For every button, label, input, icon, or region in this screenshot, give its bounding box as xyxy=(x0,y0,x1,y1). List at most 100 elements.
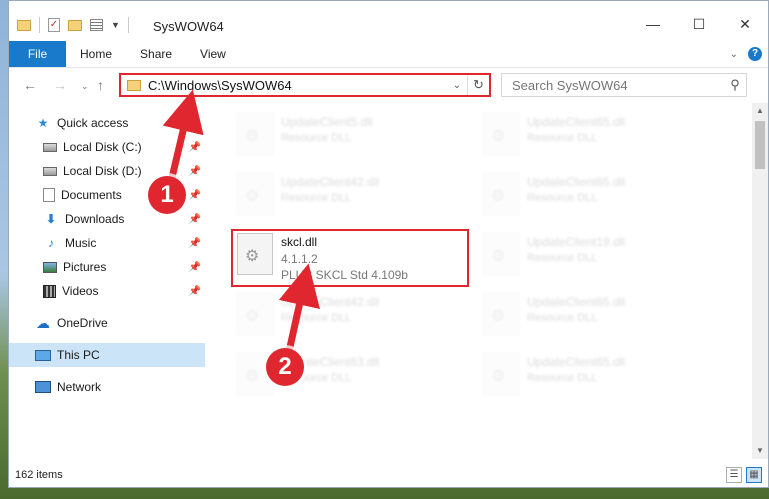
file-item[interactable]: UpdateClient65.dll Resource DLL xyxy=(477,109,711,163)
file-name: UpdateClient42.dll xyxy=(281,175,380,189)
expand-ribbon-chevron-icon[interactable]: ⌄ xyxy=(730,49,738,60)
sidebar-item-label: Music xyxy=(65,236,97,250)
scrollbar-thumb[interactable] xyxy=(755,121,765,169)
file-name: UpdateClient65.dll xyxy=(527,355,626,369)
pin-icon[interactable]: 📌 xyxy=(189,142,201,153)
sidebar-item-local-disk-c[interactable]: Local Disk (C:) 📌 xyxy=(9,135,205,159)
file-item[interactable]: UpdateClient42.dll Resource DLL xyxy=(231,169,465,223)
pin-icon[interactable]: 📌 xyxy=(189,286,201,297)
pin-icon[interactable]: 📌 xyxy=(189,238,201,249)
customize-toolbar-chevron-icon[interactable]: ▼ xyxy=(111,20,120,30)
search-input[interactable] xyxy=(512,77,724,93)
dll-file-icon xyxy=(237,113,273,155)
tab-file[interactable]: File xyxy=(9,41,66,67)
sidebar-item-music[interactable]: ♪ Music 📌 xyxy=(9,231,205,255)
up-arrow-icon[interactable]: ↑ xyxy=(97,77,104,93)
quick-access-toolbar: ✓ ▼ xyxy=(17,17,129,33)
file-item[interactable]: UpdateClient65.dll Resource DLL xyxy=(477,289,711,343)
documents-icon xyxy=(43,188,55,202)
sidebar-item-videos[interactable]: Videos 📌 xyxy=(9,279,205,303)
cloud-icon: ☁ xyxy=(36,314,50,331)
recent-locations-chevron-icon[interactable]: ⌄ xyxy=(81,81,89,92)
back-arrow-icon[interactable]: ← xyxy=(23,77,37,93)
details-view-icon[interactable]: ☰ xyxy=(726,467,742,483)
folder-icon[interactable] xyxy=(17,19,31,31)
sidebar-item-quick-access[interactable]: ★ Quick access xyxy=(9,111,205,135)
dll-file-icon xyxy=(237,173,273,215)
properties-check-icon[interactable]: ✓ xyxy=(48,18,60,32)
vertical-scrollbar[interactable]: ▲ ▼ xyxy=(752,103,768,459)
toolbar-divider xyxy=(127,17,129,33)
maximize-button[interactable]: ☐ xyxy=(676,9,722,39)
close-icon: ✕ xyxy=(739,15,751,32)
tab-home[interactable]: Home xyxy=(66,47,126,61)
file-item[interactable]: UpdateClient42.dll Resource DLL xyxy=(231,289,465,343)
file-description: Resource DLL xyxy=(527,192,598,204)
help-icon[interactable]: ? xyxy=(748,47,762,61)
scroll-up-arrow-icon[interactable]: ▲ xyxy=(752,103,768,119)
close-button[interactable]: ✕ xyxy=(722,9,768,39)
toolbar-divider xyxy=(39,17,40,33)
file-description: Resource DLL xyxy=(527,312,598,324)
dll-file-icon xyxy=(483,113,519,155)
minimize-button[interactable]: — xyxy=(630,9,676,39)
music-icon: ♪ xyxy=(48,236,54,250)
file-name: UpdateClient65.dll xyxy=(527,115,626,129)
network-icon xyxy=(35,381,51,393)
file-item[interactable]: UpdateClient65.dll Resource DLL xyxy=(477,349,711,403)
forward-arrow-icon[interactable]: → xyxy=(53,77,67,93)
sidebar-item-label: Downloads xyxy=(65,212,125,226)
sidebar-item-label: Documents xyxy=(61,188,122,202)
status-bar: 162 items ☰ ▦ xyxy=(9,463,768,487)
sidebar-item-label: Quick access xyxy=(57,116,129,130)
pin-icon[interactable]: 📌 xyxy=(189,262,201,273)
sidebar-item-this-pc[interactable]: This PC xyxy=(9,343,205,367)
file-description: Resource DLL xyxy=(281,132,352,144)
ribbon-tabs: File Home Share View ⌄ ? xyxy=(9,41,768,67)
tab-view[interactable]: View xyxy=(186,47,240,61)
item-count: 162 items xyxy=(15,469,63,481)
file-item[interactable]: UpdateClient65.dll Resource DLL xyxy=(477,169,711,223)
dll-file-icon xyxy=(483,353,519,395)
file-item[interactable]: UpdateClient5.dll Resource DLL xyxy=(231,109,465,163)
sidebar-item-network[interactable]: Network xyxy=(9,375,205,399)
window-title: SysWOW64 xyxy=(153,19,224,34)
step-1-badge: 1 xyxy=(148,176,186,214)
file-name: UpdateClient19.dll xyxy=(527,235,626,249)
search-icon[interactable]: ⚲ xyxy=(724,77,746,93)
sidebar-item-label: Local Disk (D:) xyxy=(63,164,142,178)
tiles-view-icon[interactable]: ▦ xyxy=(746,467,762,483)
pin-icon[interactable]: 📌 xyxy=(189,190,201,201)
address-path[interactable]: C:\Windows\SysWOW64 xyxy=(148,78,447,93)
file-explorer-window: ✓ ▼ SysWOW64 — ☐ ✕ File Home Share View … xyxy=(8,0,769,488)
file-description: Resource DLL xyxy=(527,372,598,384)
address-dropdown-chevron-icon[interactable]: ⌄ xyxy=(447,80,467,91)
sidebar-item-label: Videos xyxy=(62,284,99,298)
refresh-icon[interactable]: ↻ xyxy=(467,75,489,95)
new-folder-icon[interactable] xyxy=(68,19,82,31)
sidebar-item-label: Pictures xyxy=(63,260,107,274)
file-name: UpdateClient5.dll xyxy=(281,115,373,129)
scroll-down-arrow-icon[interactable]: ▼ xyxy=(752,443,768,459)
file-description: Resource DLL xyxy=(527,252,598,264)
properties-icon[interactable] xyxy=(90,19,103,31)
maximize-icon: ☐ xyxy=(692,15,706,32)
window-controls: — ☐ ✕ xyxy=(630,9,768,39)
disk-icon xyxy=(43,142,57,152)
file-description: Resource DLL xyxy=(527,132,598,144)
sidebar-item-pictures[interactable]: Pictures 📌 xyxy=(9,255,205,279)
sidebar-item-onedrive[interactable]: ☁ OneDrive xyxy=(9,311,205,335)
highlight-box xyxy=(231,229,469,287)
pin-icon[interactable]: 📌 xyxy=(189,214,201,225)
file-item[interactable]: UpdateClient19.dll Resource DLL xyxy=(477,229,711,283)
dll-file-icon xyxy=(483,293,519,335)
tab-share[interactable]: Share xyxy=(126,47,186,61)
file-item[interactable]: UpdateClient63.dllResource DLL xyxy=(231,349,465,403)
step-2-badge: 2 xyxy=(266,348,304,386)
file-list: UpdateClient5.dll Resource DLL UpdateClie… xyxy=(205,103,741,461)
pin-icon[interactable]: 📌 xyxy=(189,166,201,177)
address-bar[interactable]: C:\Windows\SysWOW64 ⌄ ↻ xyxy=(119,73,491,97)
disk-icon xyxy=(43,166,57,176)
search-box[interactable]: ⚲ xyxy=(501,73,747,97)
dll-file-icon xyxy=(237,293,273,335)
